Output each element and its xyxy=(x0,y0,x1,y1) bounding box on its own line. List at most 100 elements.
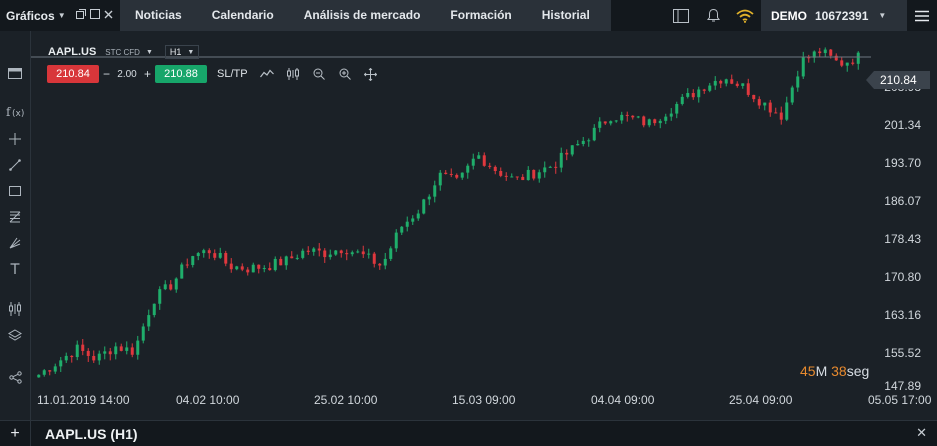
symbol-name[interactable]: AAPL.US xyxy=(48,46,96,58)
tab-news[interactable]: Noticias xyxy=(120,0,197,31)
window-maximize-icon[interactable] xyxy=(89,9,100,22)
close-icon[interactable] xyxy=(104,10,113,22)
candle-body xyxy=(422,199,426,214)
zoom-out-icon[interactable] xyxy=(312,67,326,81)
candle-body xyxy=(405,221,409,227)
tab-calendar[interactable]: Calendario xyxy=(197,0,289,31)
caret-down-icon: ▼ xyxy=(57,11,66,20)
candle-body xyxy=(416,213,420,219)
chart-tab-title[interactable]: AAPL.US (H1) xyxy=(45,426,138,442)
indicators-icon[interactable]: f (x) xyxy=(5,103,25,121)
candle-body xyxy=(141,326,145,341)
share-icon[interactable] xyxy=(5,368,25,386)
candle-body xyxy=(537,172,541,179)
candle-body xyxy=(70,355,74,358)
chart-window-icon[interactable] xyxy=(5,64,25,82)
candle-body xyxy=(746,83,750,95)
timer-minutes-unit: M xyxy=(815,363,828,379)
candle-body xyxy=(488,165,492,167)
candle-body xyxy=(790,87,794,103)
candle-body xyxy=(394,232,398,249)
rectangle-icon[interactable] xyxy=(5,182,25,200)
sltp-button[interactable]: SL/TP xyxy=(217,68,248,80)
candle-body xyxy=(466,165,470,173)
x-axis-label: 04.02 10:00 xyxy=(176,393,240,407)
layout-icon[interactable] xyxy=(665,0,697,31)
candle-body xyxy=(785,102,789,120)
text-tool-icon[interactable] xyxy=(5,260,25,278)
candle-body xyxy=(724,79,728,84)
candle-body xyxy=(301,250,305,258)
hamburger-menu-icon[interactable] xyxy=(907,0,937,31)
candle-body xyxy=(779,112,783,120)
candle-body xyxy=(581,140,585,145)
candle-body xyxy=(196,253,200,257)
candle-body xyxy=(691,93,695,98)
line-chart-icon[interactable] xyxy=(259,67,274,81)
candle-body xyxy=(565,152,569,155)
account-mode: DEMO xyxy=(771,8,807,23)
candle-body xyxy=(185,264,189,266)
candle-body xyxy=(603,121,607,124)
tab-history[interactable]: Historial xyxy=(527,0,605,31)
candles-icon[interactable] xyxy=(286,67,300,81)
candle-body xyxy=(763,102,767,106)
candle-body xyxy=(576,144,580,146)
tab-market-analysis[interactable]: Análisis de mercado xyxy=(289,0,436,31)
x-axis-label: 11.01.2019 14:00 xyxy=(37,393,130,407)
buy-button[interactable]: 210.88 xyxy=(155,65,207,83)
pitchfork-icon[interactable] xyxy=(5,234,25,252)
y-axis-label: 170.80 xyxy=(884,270,921,284)
timeframe-label: H1 xyxy=(169,47,182,57)
candle-body xyxy=(592,127,596,141)
svg-text:(x): (x) xyxy=(12,109,24,119)
candle-body xyxy=(609,121,613,124)
candle-body xyxy=(735,83,739,86)
candle-body xyxy=(774,112,778,114)
candle-body xyxy=(840,60,844,66)
crosshair-icon[interactable] xyxy=(5,130,25,148)
move-icon[interactable] xyxy=(364,67,378,81)
candle-body xyxy=(587,140,591,142)
trendline-icon[interactable] xyxy=(5,156,25,174)
timeframe-selector[interactable]: H1 ▼ xyxy=(164,45,200,59)
add-chart-button[interactable]: + xyxy=(0,421,31,446)
candle-body xyxy=(427,196,431,200)
caret-down-icon: ▼ xyxy=(187,48,195,56)
candle-body xyxy=(708,85,712,91)
account-selector[interactable]: DEMO 10672391 ▼ xyxy=(761,0,907,31)
price-chart[interactable] xyxy=(31,31,937,420)
candle-body xyxy=(174,278,178,290)
candle-body xyxy=(669,113,673,117)
volume-increase-button[interactable]: + xyxy=(140,67,155,81)
candlestick-chart[interactable] xyxy=(31,31,937,420)
candle-body xyxy=(323,250,327,258)
volume-field[interactable]: 2.00 xyxy=(114,69,140,80)
candle-body xyxy=(92,355,96,361)
sell-button[interactable]: 210.84 xyxy=(47,65,99,83)
candle-body xyxy=(598,121,602,128)
close-icon[interactable]: ✕ xyxy=(916,425,927,441)
chart-type-icon[interactable] xyxy=(5,300,25,318)
caret-down-icon[interactable]: ▼ xyxy=(146,49,153,56)
caret-down-icon: ▼ xyxy=(878,11,887,20)
candle-body xyxy=(136,340,140,355)
candle-body xyxy=(59,360,63,367)
window-restore-icon[interactable] xyxy=(75,9,86,22)
layers-icon[interactable] xyxy=(5,327,25,345)
candle-body xyxy=(614,120,618,122)
fibonacci-icon[interactable] xyxy=(5,208,25,226)
candle-body xyxy=(251,264,255,273)
zoom-in-icon[interactable] xyxy=(338,67,352,81)
volume-decrease-button[interactable]: − xyxy=(99,67,114,81)
candle-body xyxy=(81,344,85,351)
candle-body xyxy=(620,114,624,121)
bell-icon[interactable] xyxy=(697,0,729,31)
charts-menu[interactable]: Gráficos ▼ xyxy=(0,0,120,31)
x-axis-label: 05.05 17:00 xyxy=(868,393,932,407)
candle-body xyxy=(554,166,558,168)
tab-training[interactable]: Formación xyxy=(435,0,526,31)
candle-body xyxy=(350,252,354,255)
candle-body xyxy=(433,185,437,197)
candle-body xyxy=(169,284,173,290)
